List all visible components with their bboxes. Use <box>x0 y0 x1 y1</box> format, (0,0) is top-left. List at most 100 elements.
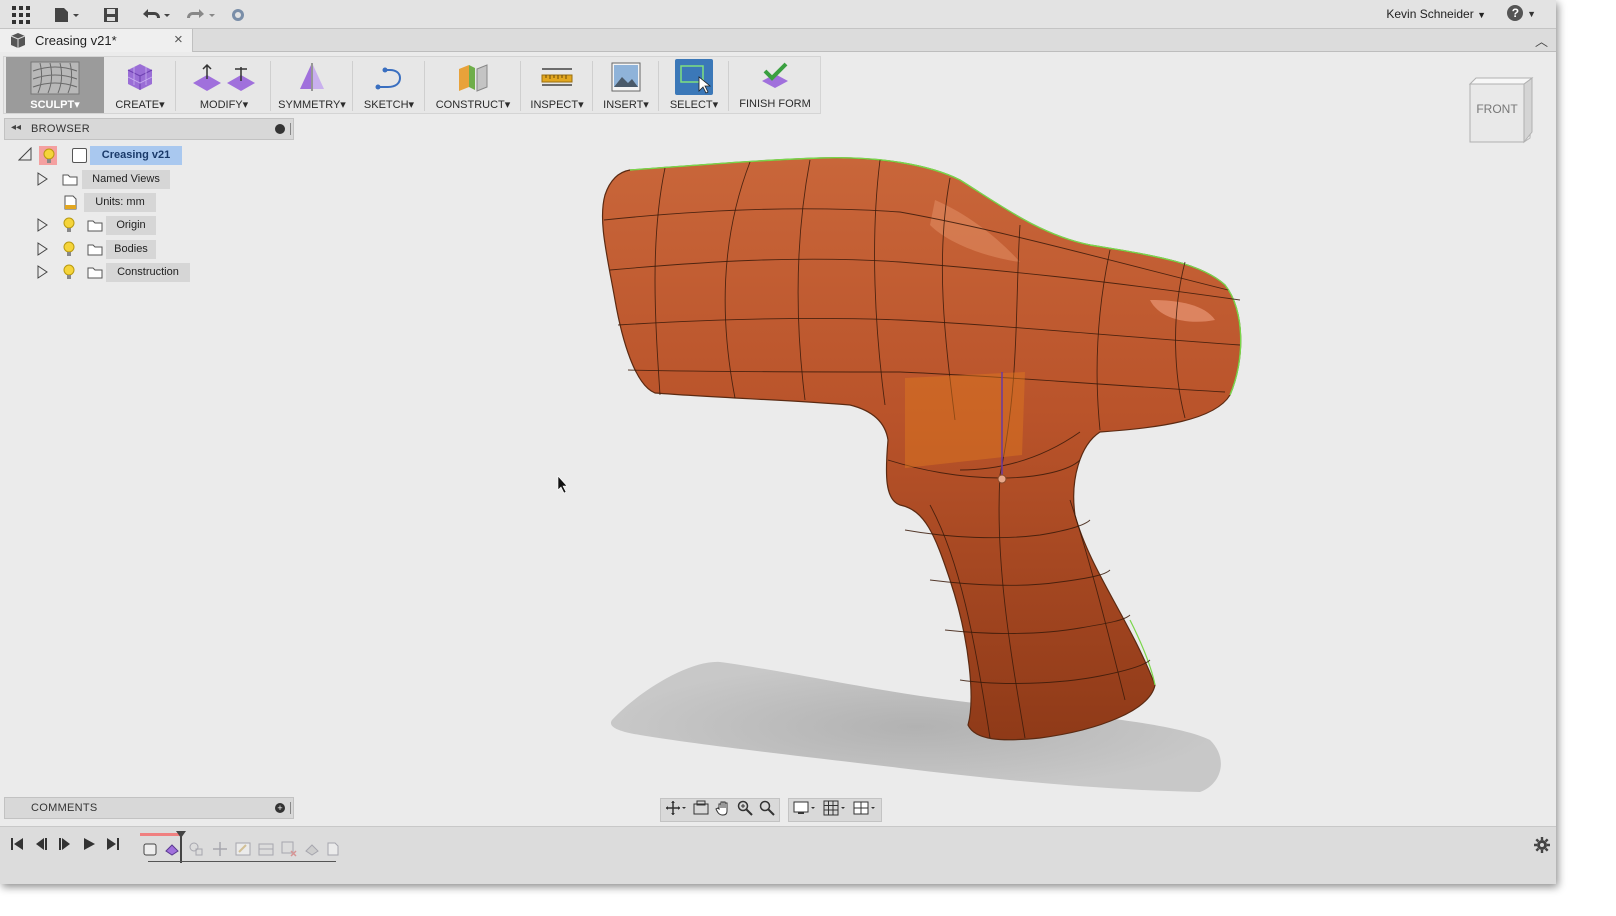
tree-item-label: Origin <box>106 216 156 235</box>
finish-form-icon <box>759 61 791 98</box>
model-viewport[interactable] <box>300 120 1550 820</box>
grid-icon[interactable] <box>823 800 847 821</box>
viewports-icon[interactable] <box>853 800 877 821</box>
visibility-bulb-icon[interactable] <box>63 217 75 238</box>
select-menu-button[interactable]: SELECT▾ <box>662 57 726 113</box>
chevron-down-icon: ▾ <box>242 99 249 111</box>
step-forward-icon[interactable] <box>58 837 72 854</box>
apps-grid-icon[interactable] <box>10 4 32 26</box>
file-menu-icon[interactable] <box>52 4 82 26</box>
modify-menu-button[interactable]: MODIFY▾ <box>180 57 268 113</box>
toolbar-label: CONSTRUCT <box>435 99 505 111</box>
look-at-icon[interactable] <box>693 800 709 821</box>
chevron-down-icon: ▾ <box>159 99 165 111</box>
display-mode-icon[interactable] <box>793 800 817 821</box>
timeline-feature-icon[interactable] <box>142 841 158 862</box>
insert-image-icon <box>610 61 642 98</box>
expand-triangle-icon[interactable] <box>36 265 48 284</box>
expand-triangle-icon[interactable] <box>36 172 48 191</box>
inspect-menu-button[interactable]: INSPECT▾ <box>524 57 590 113</box>
tree-item-label: Units: mm <box>84 193 156 212</box>
tree-item-label: Construction <box>106 263 190 282</box>
component-icon <box>72 148 87 163</box>
skip-to-start-icon[interactable] <box>10 837 24 854</box>
tree-root-label: Creasing v21 <box>90 146 182 165</box>
collapse-ribbon-icon[interactable]: ︿ <box>1535 31 1548 50</box>
redo-icon[interactable] <box>184 4 218 26</box>
tree-item-construction[interactable]: Construction <box>36 263 196 282</box>
browser-panel-header[interactable]: ◂◂ BROWSER <box>4 118 294 140</box>
timeline-feature-icon[interactable] <box>235 841 251 862</box>
pan-hand-icon[interactable] <box>715 800 731 821</box>
sync-icon[interactable] <box>228 4 248 26</box>
sketch-curve-icon <box>373 61 405 98</box>
user-menu[interactable]: Kevin Schneider ▼ <box>1386 7 1486 21</box>
panel-resize-handle[interactable] <box>290 802 292 814</box>
tree-item-origin[interactable]: Origin <box>36 216 166 235</box>
expand-triangle-icon[interactable] <box>36 218 48 237</box>
zoom-window-icon[interactable] <box>737 800 753 821</box>
finish-form-button[interactable]: FINISH FORM <box>732 57 818 113</box>
save-icon[interactable] <box>101 4 121 26</box>
help-menu[interactable]: ? ▼ <box>1507 5 1536 21</box>
timeline-feature-icon[interactable] <box>281 841 297 862</box>
create-menu-button[interactable]: CREATE▾ <box>108 57 172 113</box>
timeline-feature-icon[interactable] <box>212 841 228 862</box>
chevron-down-icon: ▾ <box>578 99 584 111</box>
add-comment-icon[interactable]: + <box>275 803 285 813</box>
orbit-icon[interactable] <box>665 800 687 821</box>
display-settings-group <box>788 798 882 822</box>
close-tab-icon[interactable]: × <box>174 31 183 48</box>
timeline-feature-icon[interactable] <box>188 841 204 862</box>
visibility-bulb-icon[interactable] <box>63 264 75 285</box>
toolbar-label: SELECT <box>669 99 713 111</box>
timeline-feature-icon[interactable] <box>304 841 320 862</box>
document-tab[interactable]: Creasing v21* × <box>0 29 193 52</box>
help-icon: ? <box>1507 5 1524 21</box>
symmetry-icon <box>296 61 328 98</box>
step-back-icon[interactable] <box>34 837 48 854</box>
workspace-sculpt-button[interactable]: SCULPT▾ <box>6 57 104 113</box>
undo-icon[interactable] <box>139 4 173 26</box>
toolbar-separator <box>175 61 176 111</box>
control-vertex <box>997 474 1007 484</box>
mouse-cursor <box>557 475 568 494</box>
timeline-track[interactable] <box>140 831 340 867</box>
chevron-down-icon: ▼ <box>1527 9 1536 19</box>
chevron-down-icon: ▼ <box>1477 10 1486 20</box>
toolbar-separator <box>424 61 425 111</box>
tree-item-bodies[interactable]: Bodies <box>36 240 166 259</box>
symmetry-menu-button[interactable]: SYMMETRY▾ <box>274 57 350 113</box>
toolbar-label: MODIFY <box>199 99 243 111</box>
chevron-down-icon: ▾ <box>643 99 649 111</box>
zoom-icon[interactable] <box>759 800 775 821</box>
panel-resize-handle[interactable] <box>290 123 292 135</box>
toolbar-label: SKETCH <box>363 99 409 111</box>
visibility-bulb-icon[interactable] <box>63 241 75 262</box>
timeline-settings-gear-icon[interactable] <box>1534 837 1550 858</box>
timeline-bar <box>0 826 1556 884</box>
sculpt-model-render <box>557 157 1242 792</box>
construct-menu-button[interactable]: CONSTRUCT▾ <box>428 57 518 113</box>
visibility-bulb-icon <box>43 148 55 169</box>
tree-item-named-views[interactable]: Named Views <box>36 170 176 189</box>
sketch-menu-button[interactable]: SKETCH▾ <box>356 57 422 113</box>
play-icon[interactable] <box>82 837 96 854</box>
tree-root-row[interactable]: Creasing v21 <box>17 146 188 166</box>
expand-triangle-icon[interactable] <box>36 242 48 261</box>
insert-menu-button[interactable]: INSERT▾ <box>596 57 656 113</box>
document-tab-bar: Creasing v21* × ︿ <box>0 29 1556 52</box>
comments-panel-header[interactable]: COMMENTS + <box>4 797 294 819</box>
construct-plane-icon <box>456 61 490 98</box>
timeline-feature-icon[interactable] <box>258 841 274 862</box>
units-document-icon <box>64 195 77 215</box>
timeline-feature-icon[interactable] <box>326 841 340 862</box>
viewcube-face-label: FRONT <box>1476 102 1518 116</box>
tree-item-units[interactable]: Units: mm <box>60 193 160 212</box>
collapse-triangle-icon[interactable] <box>17 146 32 166</box>
skip-to-end-icon[interactable] <box>106 837 120 854</box>
minus-circle-icon[interactable] <box>275 124 285 134</box>
collapse-panel-icon[interactable]: ◂◂ <box>11 122 21 133</box>
timeline-form-icon[interactable] <box>164 841 180 862</box>
toolbar-separator <box>270 61 271 111</box>
